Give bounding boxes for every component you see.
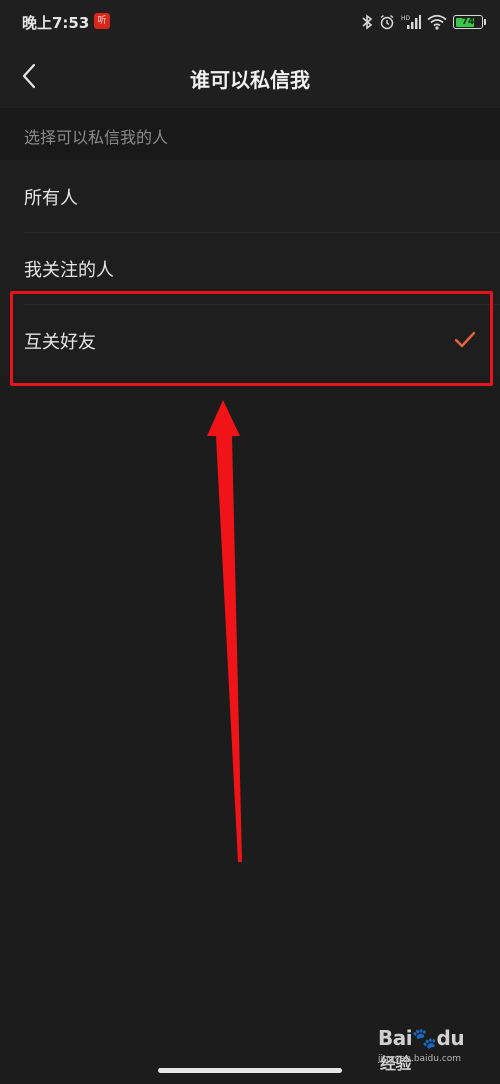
battery-icon: 74	[453, 15, 483, 29]
option-people-i-follow[interactable]: 我关注的人	[0, 232, 500, 304]
home-indicator[interactable]	[158, 1068, 342, 1073]
signal-hd-label: HD	[401, 15, 411, 22]
annotation-arrow-icon	[207, 400, 242, 862]
watermark-url: jingyan.baidu.com	[378, 1054, 462, 1064]
notification-badge: 听	[94, 13, 110, 29]
battery-level: 74	[461, 17, 475, 27]
status-icons: HD 74	[361, 12, 486, 32]
checkmark-icon	[454, 331, 476, 348]
option-everyone[interactable]: 所有人	[0, 160, 500, 232]
battery-tip	[484, 19, 486, 25]
bluetooth-icon	[362, 14, 373, 30]
wifi-icon	[427, 14, 447, 30]
alarm-clock-icon	[380, 14, 394, 30]
option-mutual-friends[interactable]: 互关好友	[0, 304, 500, 376]
status-time: 晚上7:53	[22, 14, 90, 32]
option-list: 所有人 我关注的人 互关好友	[0, 160, 500, 376]
cellular-signal-icon: HD	[401, 15, 421, 29]
status-bar: 晚上7:53 听 HD 74	[0, 0, 500, 44]
option-label: 我关注的人	[24, 260, 114, 281]
page-title: 谁可以私信我	[190, 68, 310, 92]
option-label: 互关好友	[24, 332, 96, 353]
option-label: 所有人	[24, 188, 78, 209]
nav-bar: 谁可以私信我	[0, 44, 500, 108]
section-header-label: 选择可以私信我的人	[24, 128, 169, 147]
section-header: 选择可以私信我的人	[0, 108, 500, 160]
watermark-logo: Bai🐾du经验	[378, 1026, 465, 1073]
baidu-jingyan-watermark: Bai🐾du经验 jingyan.baidu.com	[378, 1026, 474, 1073]
